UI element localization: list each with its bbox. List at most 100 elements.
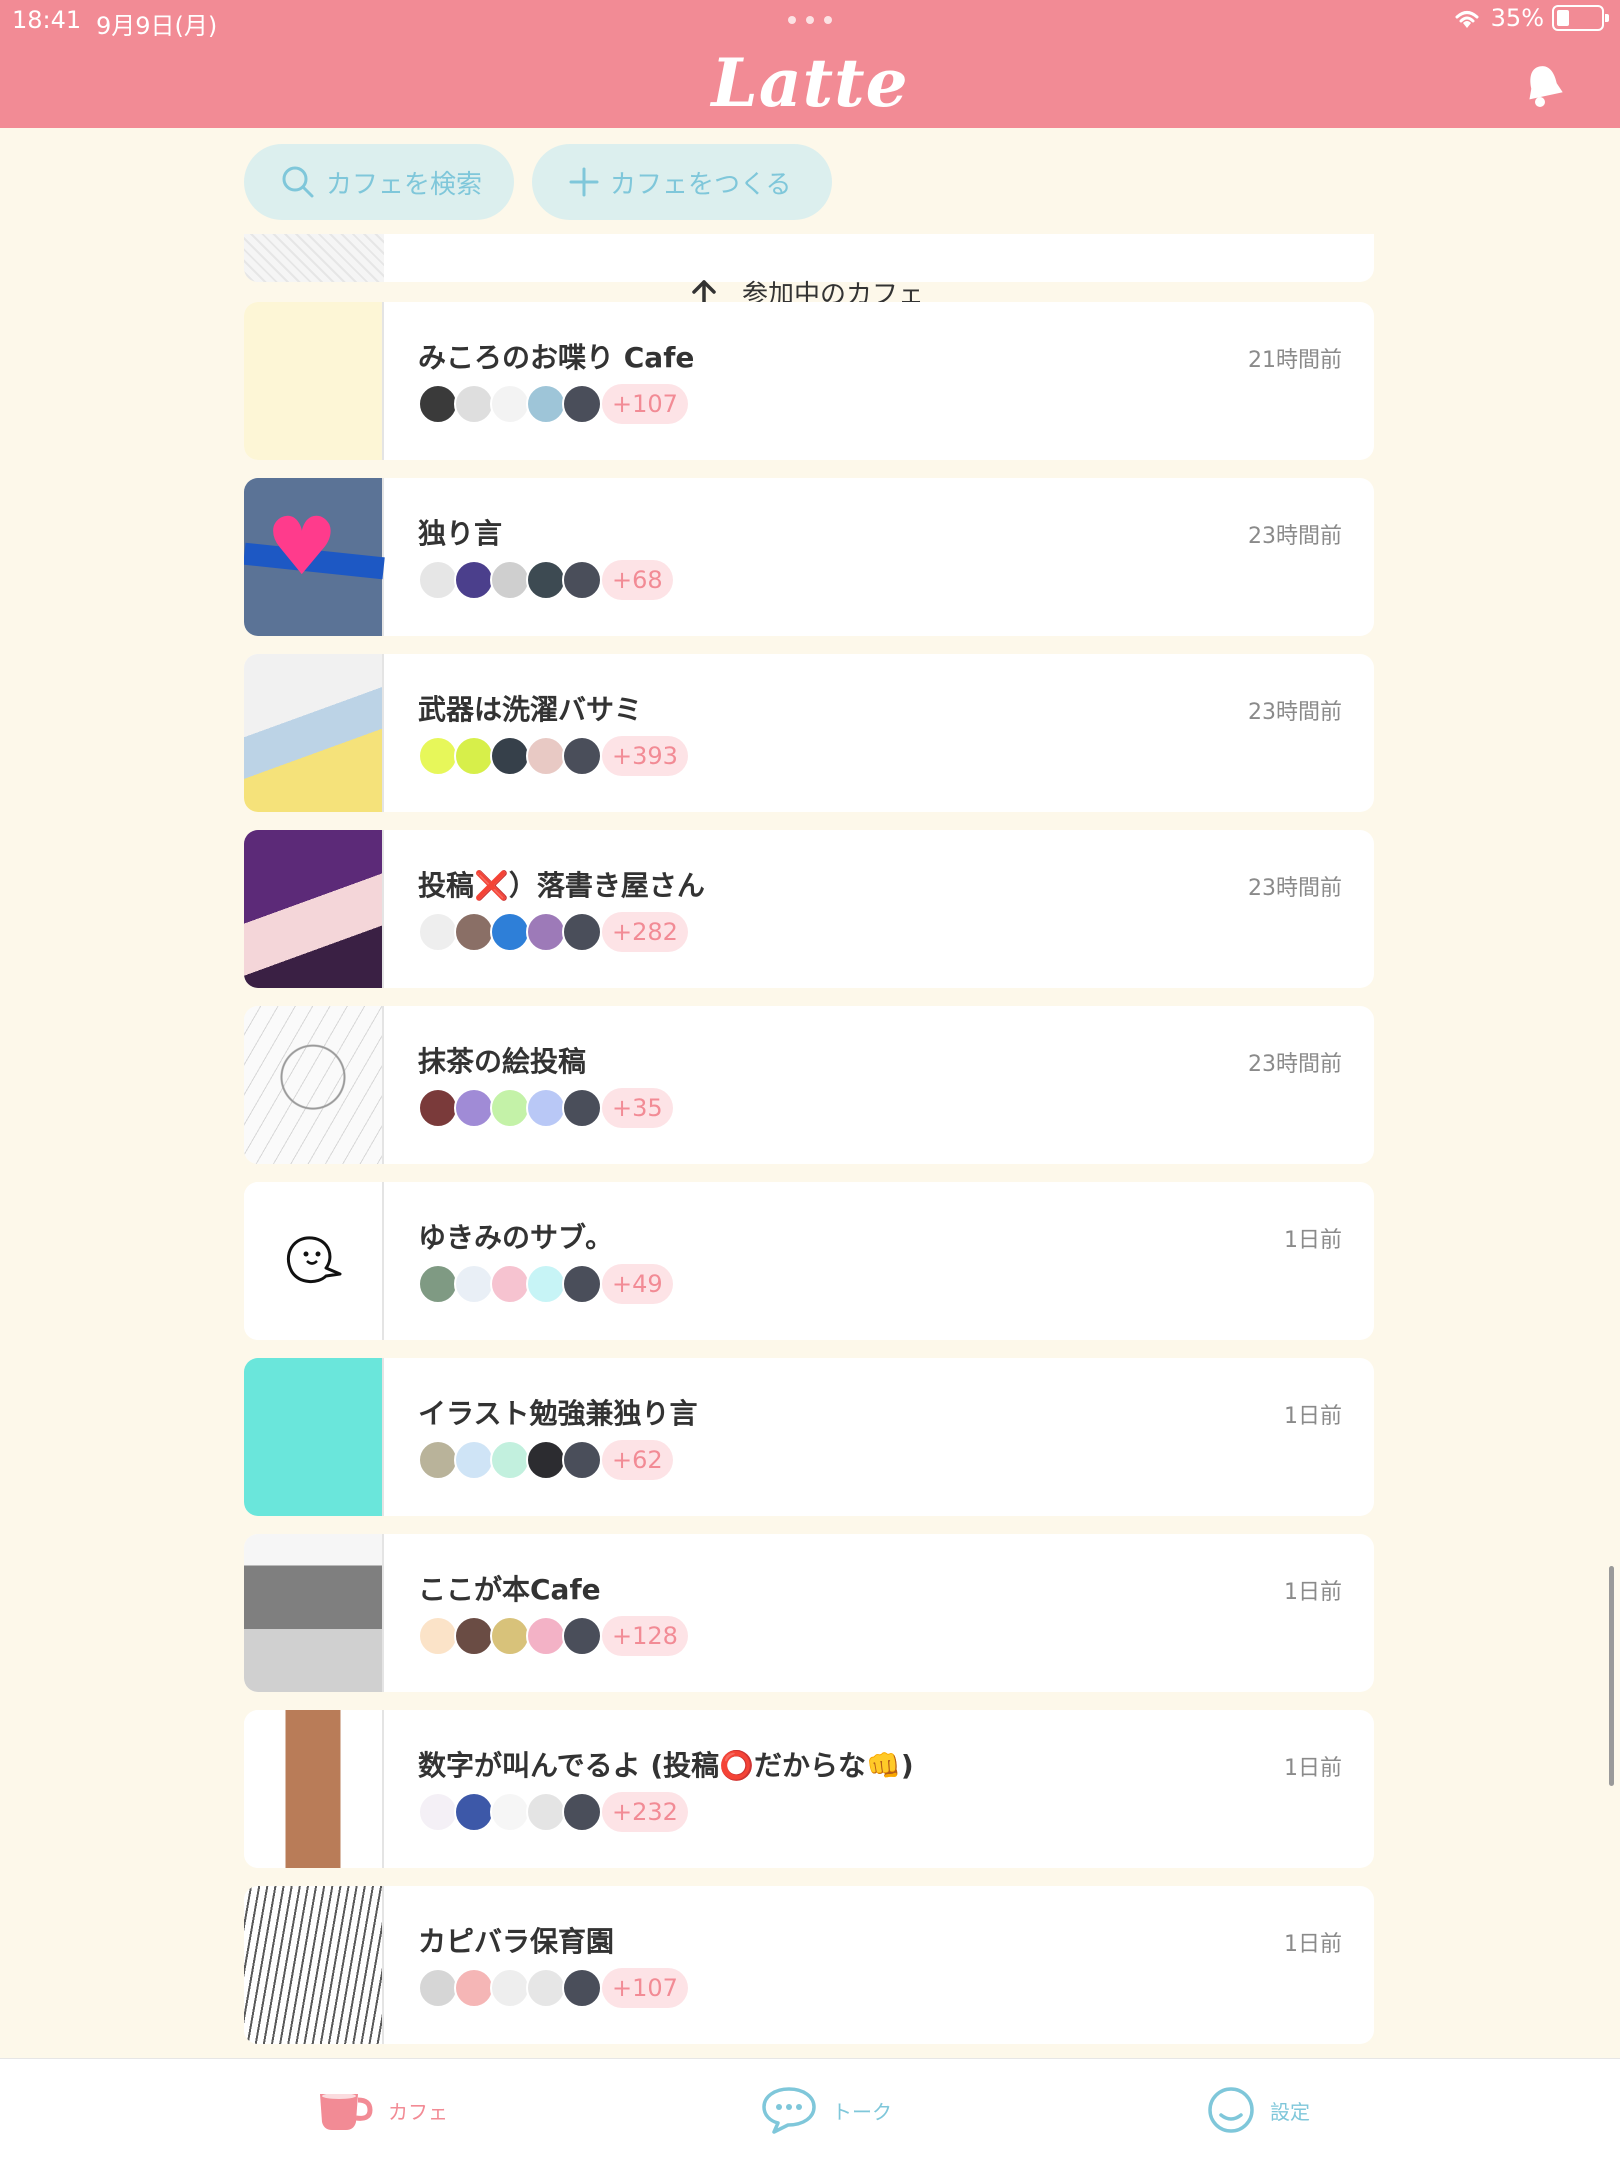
member-avatar	[562, 560, 602, 600]
member-avatars: +49	[418, 1264, 673, 1304]
battery-percent: 35%	[1490, 4, 1544, 32]
cafe-time: 1日前	[1284, 1580, 1342, 1605]
member-avatars: +35	[418, 1088, 673, 1128]
cafe-time: 23時間前	[1248, 524, 1342, 549]
member-avatar	[454, 1088, 494, 1128]
member-avatar	[490, 384, 530, 424]
tab-settings-label: 設定	[1270, 2099, 1310, 2124]
duck-doodle-icon	[286, 1236, 342, 1283]
cafe-thumbnail	[244, 1182, 384, 1340]
cafe-name: イラスト勉強兼独り言	[418, 1397, 698, 1430]
create-cafe-button[interactable]: カフェをつくる	[532, 144, 832, 220]
top-bar: 18:41 9月9日(月) 35% Latte	[0, 0, 1620, 128]
member-avatars: +393	[418, 736, 688, 776]
cafe-thumbnail	[244, 478, 384, 636]
cafe-name: 抹茶の絵投稿	[418, 1045, 587, 1078]
search-cafe-button[interactable]: カフェを検索	[244, 144, 514, 220]
cafe-thumbnail	[244, 830, 384, 988]
member-avatars: +107	[418, 1968, 688, 2008]
member-avatar	[454, 1968, 494, 2008]
cafe-card[interactable]: ここが本Cafe 1日前 +128	[244, 1534, 1374, 1692]
member-avatar	[562, 912, 602, 952]
member-avatar	[490, 1792, 530, 1832]
cafe-time: 1日前	[1284, 1932, 1342, 1957]
scrollbar[interactable]	[1609, 1566, 1614, 1786]
cafe-card[interactable]: 武器は洗濯バサミ 23時間前 +393	[244, 654, 1374, 812]
cafe-card[interactable]: 独り言 23時間前 +68	[244, 478, 1374, 636]
coffee-cup-icon	[320, 2093, 373, 2130]
member-avatar	[526, 1088, 566, 1128]
member-count-badge: +107	[602, 1968, 688, 2008]
cafe-card[interactable]: 抹茶の絵投稿 23時間前 +35	[244, 1006, 1374, 1164]
status-time: 18:41	[12, 6, 82, 34]
member-avatars: +107	[418, 384, 688, 424]
multitask-dots-icon[interactable]	[788, 16, 832, 24]
member-avatar	[418, 912, 458, 952]
member-avatar	[454, 912, 494, 952]
tab-settings[interactable]: 設定	[1206, 2059, 1310, 2161]
member-avatars: +232	[418, 1792, 688, 1832]
member-avatars: +62	[418, 1440, 673, 1480]
cafe-time: 1日前	[1284, 1228, 1342, 1253]
cafe-thumbnail	[244, 302, 384, 460]
member-avatar	[490, 1440, 530, 1480]
cafe-time: 23時間前	[1248, 1052, 1342, 1077]
cafe-thumbnail	[244, 1358, 384, 1516]
status-date: 9月9日(月)	[96, 12, 218, 40]
cafe-card[interactable]: 投稿❌）落書き屋さん 23時間前 +282	[244, 830, 1374, 988]
member-count-badge: +393	[602, 736, 688, 776]
member-avatar	[454, 736, 494, 776]
member-count-badge: +68	[602, 560, 673, 600]
member-avatars: +282	[418, 912, 688, 952]
cafe-name: 独り言	[418, 517, 503, 550]
tab-cafe[interactable]: カフェ	[316, 2059, 448, 2161]
member-count-badge: +49	[602, 1264, 673, 1304]
bell-icon[interactable]	[1522, 62, 1566, 110]
cafe-name: ここが本Cafe	[418, 1573, 601, 1606]
member-avatar	[418, 1440, 458, 1480]
cafe-time: 23時間前	[1248, 876, 1342, 901]
member-avatar	[526, 1440, 566, 1480]
tab-cafe-label: カフェ	[388, 2099, 448, 2124]
plus-icon	[569, 167, 599, 197]
member-count-badge: +35	[602, 1088, 673, 1128]
cafe-card[interactable]: みころのお喋り Cafe 21時間前 +107	[244, 302, 1374, 460]
tab-talk[interactable]: トーク	[760, 2059, 892, 2161]
search-icon	[282, 166, 314, 198]
member-avatar	[562, 1088, 602, 1128]
cafe-thumbnail	[244, 234, 384, 282]
cafe-name: みころのお喋り Cafe	[418, 341, 695, 374]
status-indicators: 35%	[1451, 4, 1609, 32]
member-avatar	[490, 912, 530, 952]
member-count-badge: +232	[602, 1792, 688, 1832]
member-count-badge: +62	[602, 1440, 673, 1480]
member-avatars: +128	[418, 1616, 688, 1656]
member-avatar	[526, 1792, 566, 1832]
cafe-name: 武器は洗濯バサミ	[418, 693, 643, 726]
cafe-name: 投稿❌）落書き屋さん	[418, 869, 705, 902]
member-count-badge: +107	[602, 384, 688, 424]
cafe-name: カピバラ保育園	[418, 1925, 615, 1958]
cafe-card[interactable]: ゆきみのサブ。 1日前 +49	[244, 1182, 1374, 1340]
member-avatar	[454, 1792, 494, 1832]
member-avatars: +68	[418, 560, 673, 600]
cafe-time: 1日前	[1284, 1404, 1342, 1429]
battery-icon	[1552, 5, 1609, 31]
cafe-card[interactable]: イラスト勉強兼独り言 1日前 +62	[244, 1358, 1374, 1516]
member-avatar	[526, 912, 566, 952]
cafe-time: 23時間前	[1248, 700, 1342, 725]
member-avatar	[490, 1616, 530, 1656]
member-avatar	[454, 560, 494, 600]
member-avatar	[562, 736, 602, 776]
cafe-card[interactable]: カピバラ保育園 1日前 +107	[244, 1886, 1374, 2044]
member-avatar	[418, 736, 458, 776]
cafe-name: 数字が叫んでるよ (投稿⭕️だからな👊)	[418, 1749, 914, 1782]
member-avatar	[562, 1616, 602, 1656]
member-avatar	[490, 1264, 530, 1304]
member-avatar	[562, 384, 602, 424]
cafe-card[interactable]: 数字が叫んでるよ (投稿⭕️だからな👊) 1日前 +232	[244, 1710, 1374, 1868]
member-avatar	[454, 1616, 494, 1656]
member-avatar	[526, 1264, 566, 1304]
member-avatar	[454, 1264, 494, 1304]
member-avatar	[418, 1088, 458, 1128]
